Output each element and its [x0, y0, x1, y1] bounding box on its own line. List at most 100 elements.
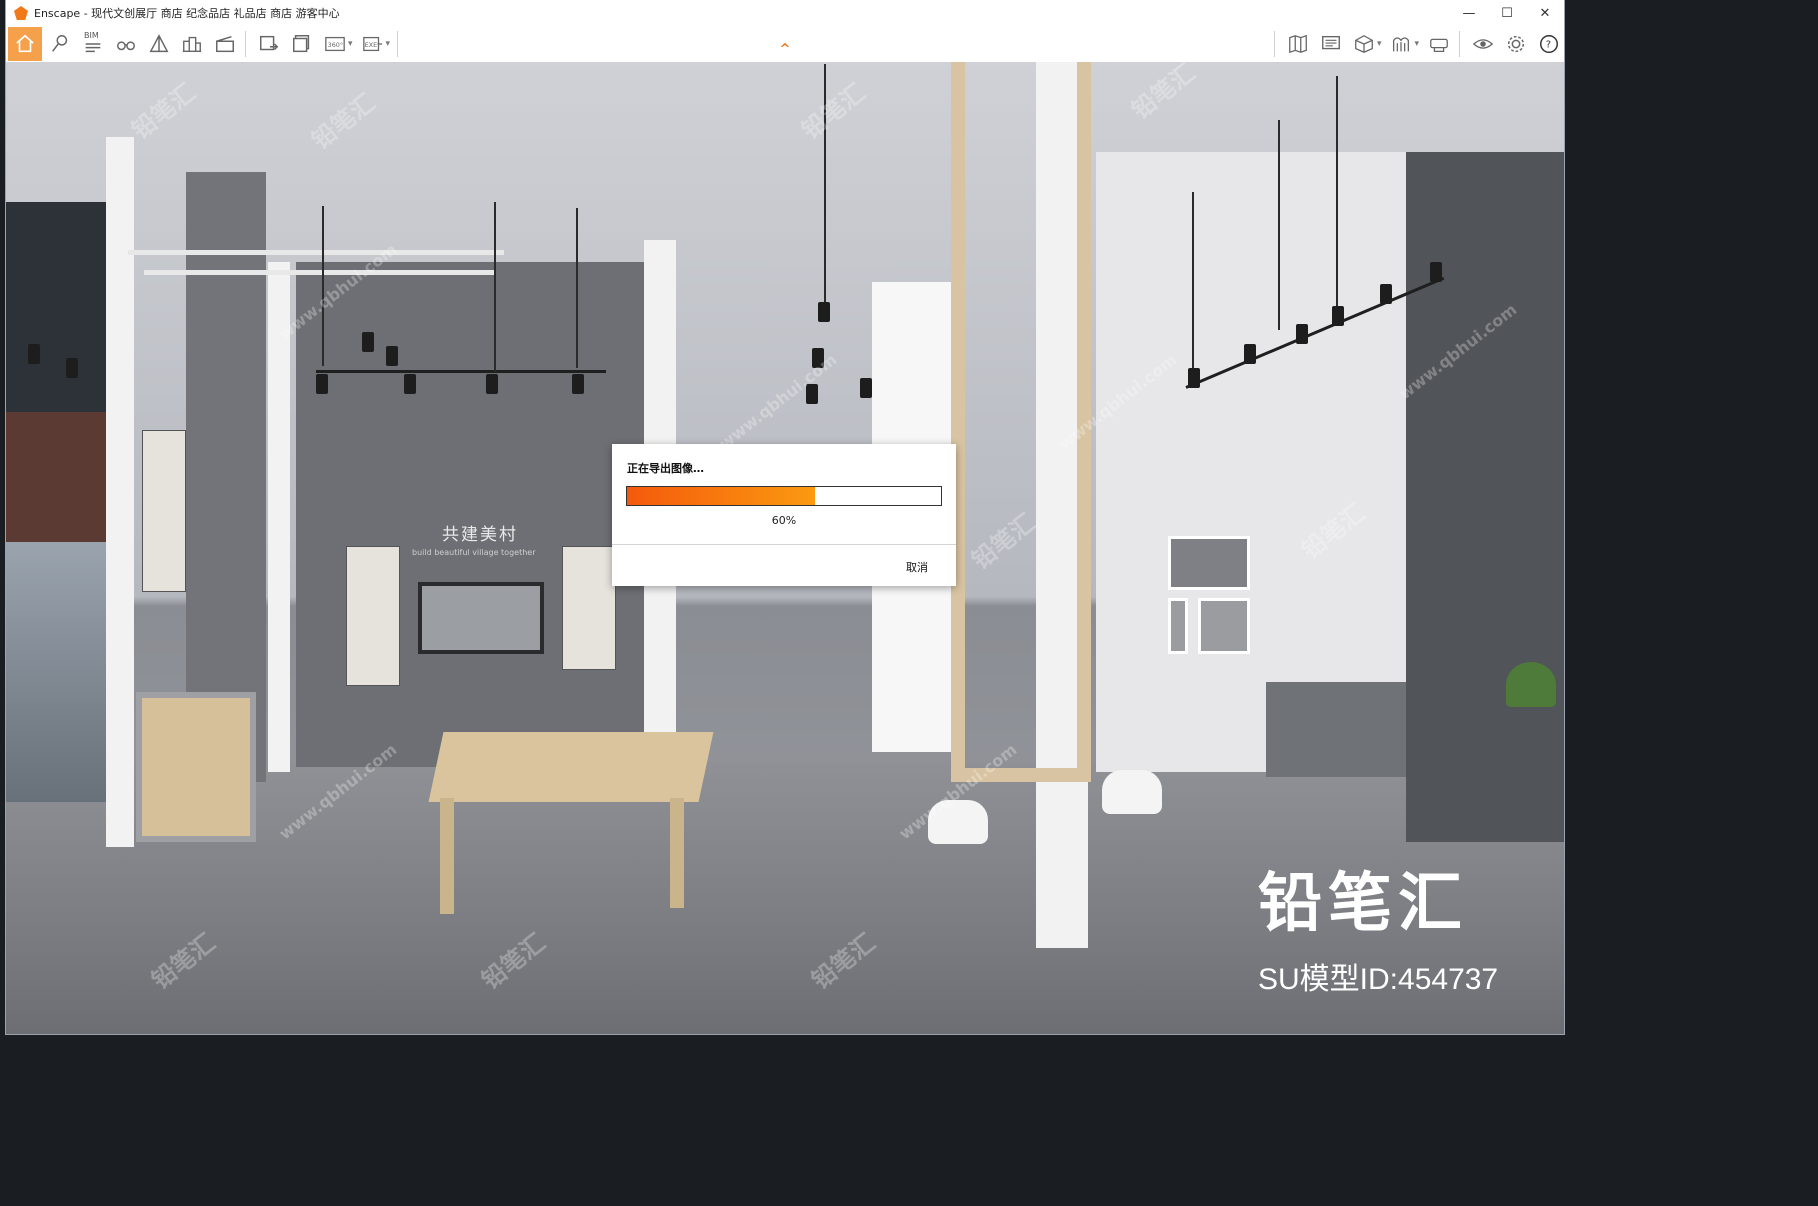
scene-bar-counter — [1266, 682, 1406, 777]
dialog-divider — [612, 544, 956, 545]
model-id-text: SU模型ID:454737 — [1258, 963, 1499, 996]
scene-hanger — [1278, 120, 1280, 330]
toolbar-separator — [245, 31, 246, 57]
scene-wall-screen — [418, 582, 544, 654]
dialog-title: 正在导出图像… — [627, 462, 704, 475]
scene-frame — [1168, 598, 1188, 654]
buildings-icon — [182, 36, 202, 53]
scene-rail — [128, 250, 504, 255]
scene-spotlight — [806, 384, 818, 404]
title-bar: Enscape - 现代文创展厅 商店 纪念品店 礼品店 商店 游客中心 — ☐… — [6, 0, 1564, 26]
binoculars-button[interactable] — [111, 29, 141, 59]
bim-label: BIM — [84, 31, 99, 40]
scene-frame — [1198, 598, 1250, 654]
scene-hanger — [322, 206, 324, 366]
materials-button[interactable] — [1386, 29, 1416, 59]
scene-hanger — [824, 64, 826, 314]
scene-spotlight — [572, 374, 584, 394]
scene-spotlight — [1380, 284, 1392, 304]
watermark: 铅笔汇 — [1126, 62, 1201, 125]
materials-dropdown-icon[interactable]: ▾ — [1414, 39, 1419, 49]
cancel-button[interactable]: 取消 — [900, 557, 934, 577]
scene-spotlight — [1430, 262, 1442, 282]
watermark: 铅笔汇 — [306, 88, 381, 155]
exe-dropdown-icon[interactable]: ▾ — [386, 39, 391, 49]
scene-pillar — [268, 262, 290, 772]
scene-brick-wall — [6, 412, 106, 542]
panorama-icon: 360° — [325, 36, 345, 52]
map-button[interactable] — [1283, 29, 1313, 59]
batch-export-icon — [293, 35, 310, 53]
monitor-icon — [1322, 35, 1340, 50]
box-dropdown-icon[interactable]: ▾ — [1377, 39, 1382, 49]
collapse-toolbar-icon[interactable]: ^ — [780, 42, 791, 57]
scene-spotlight — [386, 346, 398, 366]
enscape-window: Enscape - 现代文创展厅 商店 纪念品店 礼品店 商店 游客中心 — ☐… — [6, 0, 1564, 1034]
scene-poster — [142, 430, 186, 592]
progress-bar — [626, 486, 942, 506]
panorama-export-button[interactable]: 360° — [320, 29, 350, 59]
image-export-icon — [260, 35, 279, 51]
location-button[interactable] — [45, 29, 75, 59]
scene-spotlight — [812, 348, 824, 368]
scene-frame — [1168, 536, 1250, 590]
export-progress-dialog: 正在导出图像… 60% 取消 — [612, 444, 956, 586]
scene-spotlight — [362, 332, 374, 352]
settings-button[interactable] — [1501, 29, 1531, 59]
visibility-icon — [1472, 39, 1494, 49]
batch-export-button[interactable] — [287, 29, 317, 59]
scene-glass-door — [6, 542, 106, 802]
close-button[interactable]: ✕ — [1526, 0, 1564, 26]
scene-spotlight — [1188, 368, 1200, 388]
exe-label: EXE — [364, 41, 376, 49]
materials-icon — [1393, 37, 1410, 52]
progress-fill — [627, 487, 816, 505]
svg-text:?: ? — [1546, 40, 1551, 51]
scene-hanger — [494, 202, 496, 372]
scene-spotlight — [486, 374, 498, 394]
toolbar-separator — [1273, 31, 1275, 57]
scene-rail — [144, 270, 494, 275]
visibility-button[interactable] — [1468, 29, 1498, 59]
scene-chair — [928, 800, 988, 844]
minimize-button[interactable]: — — [1450, 0, 1488, 26]
help-button[interactable]: ? — [1534, 29, 1564, 59]
home-icon — [16, 34, 34, 53]
vr-button[interactable] — [1424, 29, 1454, 59]
settings-icon — [1507, 35, 1525, 53]
scene-spotlight — [818, 302, 830, 322]
scene-right-dark-wall — [1406, 152, 1564, 842]
image-export-button[interactable] — [254, 29, 284, 59]
monitor-button[interactable] — [1316, 29, 1346, 59]
scene-left-wall — [186, 172, 266, 782]
perspective-button[interactable] — [144, 29, 174, 59]
help-icon: ? — [1540, 35, 1558, 53]
toolbar-separator — [1459, 31, 1460, 57]
exe-export-button[interactable]: EXE — [358, 29, 388, 59]
maximize-button[interactable]: ☐ — [1488, 0, 1526, 26]
panorama-label: 360° — [328, 41, 343, 49]
toolbar-separator — [397, 31, 399, 57]
scene-hanger — [1336, 76, 1338, 306]
buildings-button[interactable] — [177, 29, 207, 59]
enscape-logo-icon — [14, 6, 28, 20]
scene-spotlight — [1332, 306, 1344, 326]
map-icon — [1289, 34, 1307, 54]
scene-spotlight — [66, 358, 78, 378]
scene-spotlight — [1296, 324, 1308, 344]
vr-icon — [1430, 38, 1448, 52]
scene-plant — [1506, 662, 1556, 707]
brand-logo-text: 铅笔汇 — [1258, 867, 1468, 941]
binoculars-icon — [117, 41, 135, 51]
clapper-button[interactable] — [210, 29, 240, 59]
watermark: 铅笔汇 — [126, 78, 201, 145]
bim-button[interactable]: BIM — [78, 29, 108, 59]
home-button[interactable] — [8, 27, 42, 61]
box-button[interactable] — [1349, 29, 1379, 59]
wall-sign: 共建美村 — [442, 525, 518, 545]
window-controls: — ☐ ✕ — [1450, 0, 1564, 26]
scene-poster — [346, 546, 400, 686]
scene-light-track — [316, 370, 606, 373]
scene-table-leg — [670, 798, 684, 908]
scene-poster — [562, 546, 616, 670]
